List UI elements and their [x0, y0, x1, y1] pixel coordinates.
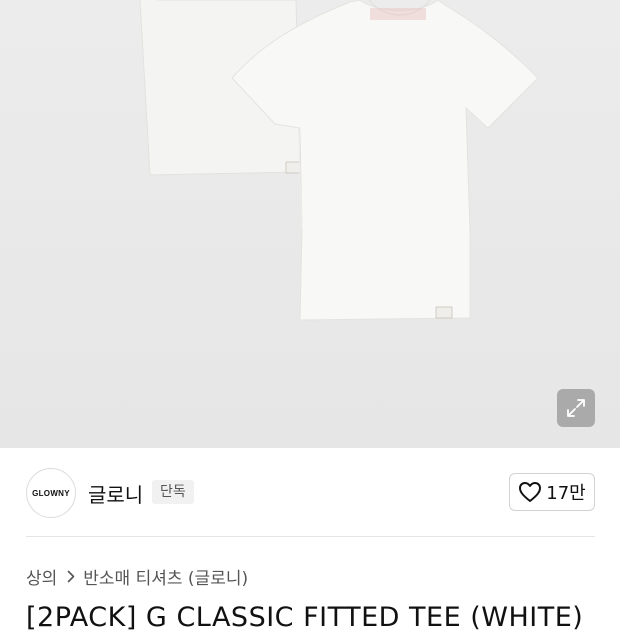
breadcrumb: 상의 반소매 티셔츠 (글로니)	[26, 563, 248, 589]
like-count: 17만	[546, 483, 586, 504]
expand-image-button[interactable]	[557, 389, 595, 427]
breadcrumb-item-subcategory[interactable]: 반소매 티셔츠 (글로니)	[83, 564, 248, 589]
breadcrumb-item-category[interactable]: 상의	[26, 564, 57, 589]
tshirt-image	[139, 0, 539, 321]
like-button[interactable]: 17만	[509, 473, 595, 511]
brand-logo[interactable]: GLOWNY	[26, 468, 76, 518]
chevron-right-icon	[67, 570, 75, 583]
exclusive-badge: 단독	[152, 480, 194, 504]
divider	[26, 536, 595, 537]
brand-row: GLOWNY 글로니 단독 17만	[0, 448, 620, 536]
heart-outline-icon	[519, 482, 542, 502]
product-title: [2PACK] G CLASSIC FITTED TEE (WHITE)	[26, 602, 584, 633]
brand-name[interactable]: 글로니	[88, 479, 143, 508]
product-image[interactable]	[0, 0, 620, 448]
brand-logo-text: GLOWNY	[32, 488, 70, 498]
expand-icon	[567, 399, 585, 417]
